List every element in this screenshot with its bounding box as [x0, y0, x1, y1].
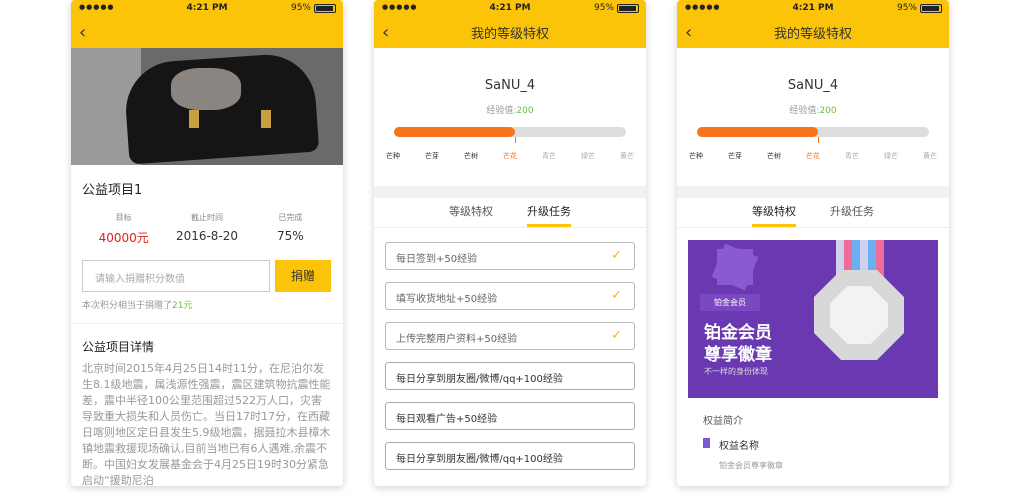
level-progress-bar: [697, 127, 929, 143]
check-icon: ✓: [611, 328, 622, 343]
back-icon[interactable]: ‹: [79, 22, 86, 43]
donate-button[interactable]: 捐赠: [275, 260, 331, 292]
tab-upgrade-tasks[interactable]: 升级任务: [830, 198, 874, 227]
note-prefix: 本次积分相当于捐赠了: [82, 301, 173, 311]
badge-banner: 铂金会员 铂金会员 尊享徽章 不一样的身份体现: [688, 240, 938, 398]
task-label: 每日签到+50经验: [396, 254, 478, 265]
stage-label: 青芒: [845, 152, 859, 160]
stat-label: 截止时间: [190, 213, 223, 222]
check-icon: ✓: [611, 288, 622, 303]
header-bar: ●●●●● 4:21 PM 95% ‹ 我的等级特权: [677, 0, 949, 48]
divider: [71, 323, 343, 324]
battery-icon: [314, 4, 336, 13]
battery-percent: 95%: [593, 3, 614, 13]
badge-sub: 不一样的身份体现: [704, 367, 768, 376]
perk-section: 权益简介 权益名称 铂金会员尊享徽章: [677, 398, 949, 471]
donation-note: 本次积分相当于捐赠了21元: [82, 298, 332, 311]
note-amount: 21元: [172, 301, 193, 311]
task-item[interactable]: 每日分享到朋友圈/微博/qq+100经验: [385, 362, 635, 390]
exp-label: 经验值:: [789, 106, 820, 116]
level-card: SaNU_4 经验值:200 芒种 芒芽 芒树 芒花 青芒 绿芒 黄芒: [374, 48, 646, 186]
donate-row: 请输入捐赠积分数值 捐赠: [82, 260, 332, 292]
stage-label: 芒芽: [425, 152, 439, 160]
nav-bar: ‹ 我的等级特权: [677, 16, 949, 48]
stage-label: 芒种: [689, 152, 703, 160]
detail-title: 公益项目详情: [82, 340, 155, 354]
stage-label: 芒种: [386, 152, 400, 160]
level-card: SaNU_4 经验值:200 芒种 芒芽 芒树 芒花 青芒 绿芒 黄芒: [677, 48, 949, 186]
points-input[interactable]: 请输入捐赠积分数值: [82, 260, 270, 292]
exp-label: 经验值:: [486, 106, 517, 116]
stat-label: 已完成: [278, 213, 303, 222]
battery-icon: [920, 4, 942, 13]
phone-screen-privileges: ●●●●● 4:21 PM 95% ‹ 我的等级特权 SaNU_4 经验值:20…: [677, 0, 949, 486]
stat-label: 目标: [115, 213, 132, 222]
battery-percent: 95%: [896, 3, 917, 13]
exp-line: 经验值:200: [374, 103, 646, 116]
task-label: 每日分享到朋友圈/微博/qq+100经验: [396, 374, 563, 385]
task-item[interactable]: 每日签到+50经验 ✓: [385, 242, 635, 270]
nav-bar: ‹: [71, 16, 343, 48]
task-item[interactable]: 上传完整用户资料+50经验 ✓: [385, 322, 635, 350]
task-label: 上传完整用户资料+50经验: [396, 334, 518, 345]
tab-privileges[interactable]: 等级特权: [449, 198, 493, 227]
stage-label: 芒花: [503, 152, 517, 160]
tab-upgrade-tasks[interactable]: 升级任务: [527, 198, 571, 227]
stage-label: 绿芒: [884, 152, 898, 160]
header-bar: ●●●●● 4:21 PM 95% ‹ 我的等级特权: [374, 0, 646, 48]
stage-label: 绿芒: [581, 152, 595, 160]
task-item[interactable]: 每日分享到朋友圈/微博/qq+100经验: [385, 442, 635, 470]
level-stages: 芒种 芒芽 芒树 芒花 青芒 绿芒 黄芒: [386, 151, 634, 161]
project-stats: 目标 40000元 截止时间 2016-8-20 已完成 75%: [82, 212, 332, 246]
tab-bar: 等级特权 升级任务: [677, 198, 949, 228]
exp-value: 200: [819, 106, 837, 116]
exp-line: 经验值:200: [677, 103, 949, 116]
detail-text: 北京时间2015年4月25日14时11分，在尼泊尔发生8.1级地震，属浅源性强震…: [82, 362, 331, 486]
phone-screen-charity: ●●●●● 4:21 PM 95% ‹ 公益项目1 目标 40000元 截止时间…: [71, 0, 343, 486]
status-bar: ●●●●● 4:21 PM 95%: [677, 0, 949, 16]
tab-privileges[interactable]: 等级特权: [752, 198, 796, 227]
stage-label: 黄芒: [620, 152, 634, 160]
check-icon: ✓: [611, 248, 622, 263]
username: SaNU_4: [484, 78, 536, 93]
tab-bar: 等级特权 升级任务: [374, 198, 646, 228]
task-item[interactable]: 每日观看广告+50经验: [385, 402, 635, 430]
header-bar: ●●●●● 4:21 PM 95% ‹: [71, 0, 343, 48]
level-stages: 芒种 芒芽 芒树 芒花 青芒 绿芒 黄芒: [689, 151, 937, 161]
status-bar: ●●●●● 4:21 PM 95%: [71, 0, 343, 16]
stat-value-completed: 75%: [276, 229, 304, 243]
perk-name: 权益名称: [703, 437, 923, 452]
battery-icon: [617, 4, 639, 13]
stage-label: 芒树: [767, 152, 781, 160]
project-title: 公益项目1: [82, 183, 143, 198]
page-title: 我的等级特权: [773, 27, 852, 42]
level-progress-bar: [394, 127, 626, 143]
badge-level: 铂金会员: [700, 294, 760, 311]
stat-value-target: 40000元: [98, 231, 149, 245]
battery-percent: 95%: [290, 3, 311, 13]
page-title: 我的等级特权: [470, 27, 549, 42]
exp-value: 200: [516, 106, 534, 116]
task-label: 每日观看广告+50经验: [396, 414, 498, 425]
stat-value-deadline: 2016-8-20: [175, 229, 239, 243]
project-photo: [71, 48, 343, 165]
stage-label: 芒树: [464, 152, 478, 160]
status-bar: ●●●●● 4:21 PM 95%: [374, 0, 646, 16]
stage-label: 芒芽: [728, 152, 742, 160]
perk-header: 权益简介: [703, 416, 743, 427]
stage-label: 青芒: [542, 152, 556, 160]
phone-screen-tasks: ●●●●● 4:21 PM 95% ‹ 我的等级特权 SaNU_4 经验值:20…: [374, 0, 646, 486]
task-list: 每日签到+50经验 ✓ 填写收货地址+50经验 ✓ 上传完整用户资料+50经验 ✓ 每日分享…: [374, 228, 646, 470]
nav-bar: ‹ 我的等级特权: [374, 16, 646, 48]
username: SaNU_4: [787, 78, 839, 93]
stage-label: 芒花: [806, 152, 820, 160]
task-label: 填写收货地址+50经验: [396, 294, 498, 305]
task-label: 每日分享到朋友圈/微博/qq+100经验: [396, 454, 563, 465]
badge-line2: 尊享徽章: [704, 345, 772, 365]
stage-label: 黄芒: [923, 152, 937, 160]
perk-desc: 铂金会员尊享徽章: [719, 461, 783, 470]
task-item[interactable]: 填写收货地址+50经验 ✓: [385, 282, 635, 310]
